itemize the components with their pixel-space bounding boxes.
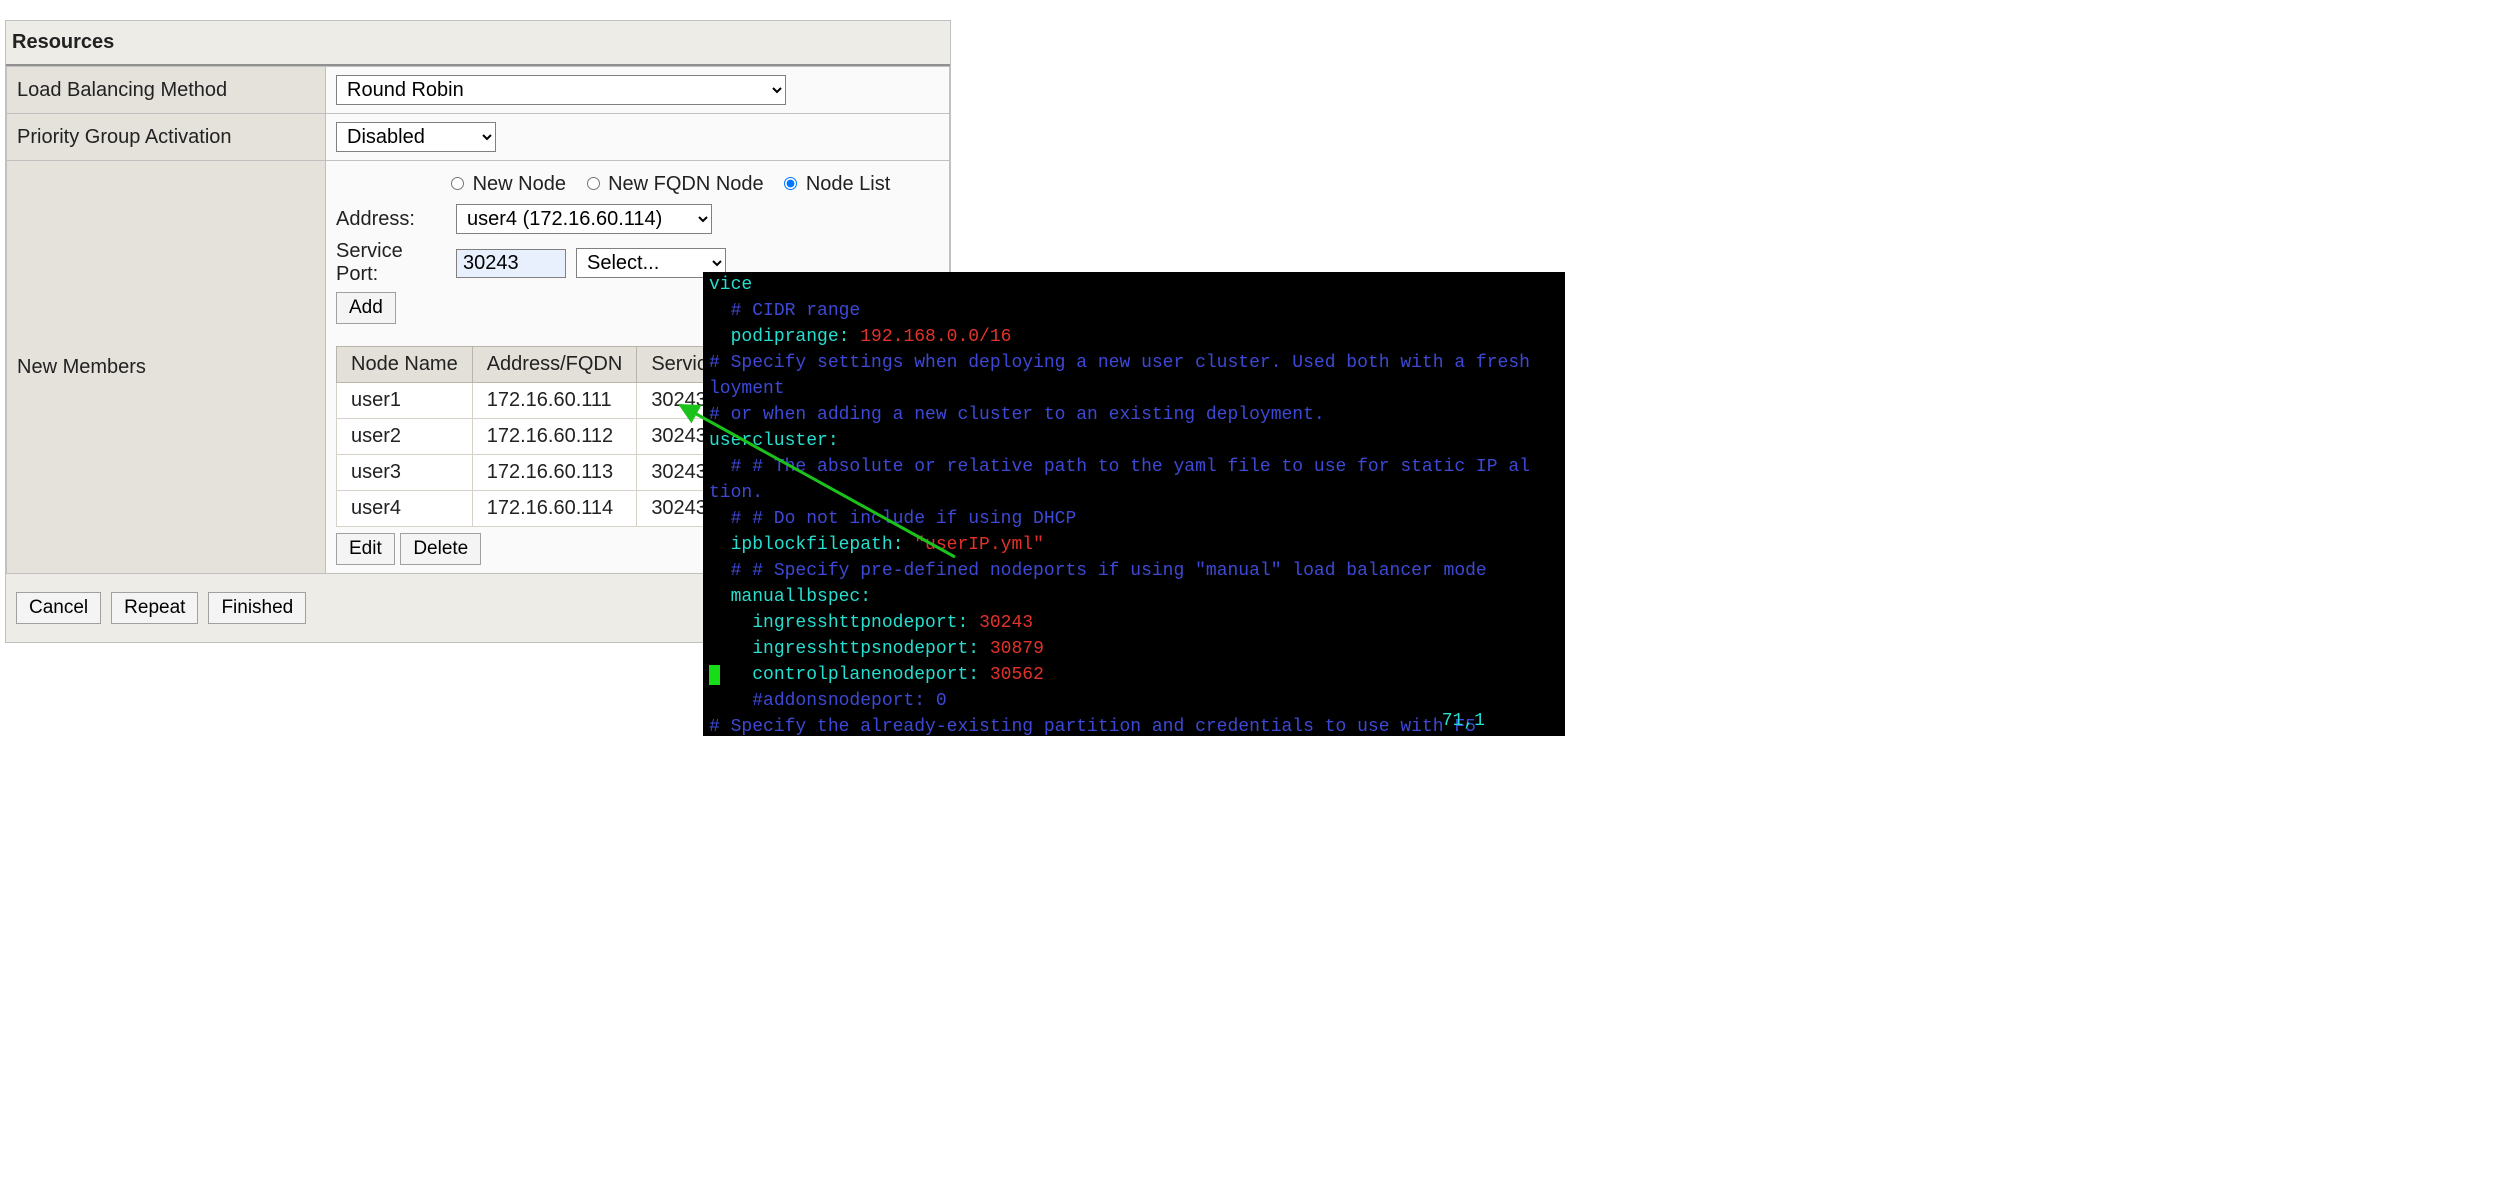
radio-new-node[interactable]: New Node bbox=[446, 173, 572, 195]
radio-new-node-text: New Node bbox=[473, 173, 566, 195]
new-members-label: New Members bbox=[7, 161, 326, 574]
members-col-addr: Address/FQDN bbox=[472, 347, 637, 383]
radio-new-fqdn-text: New FQDN Node bbox=[608, 173, 764, 195]
terminal-cursor bbox=[709, 665, 720, 685]
radio-new-fqdn-input[interactable] bbox=[587, 177, 600, 190]
delete-member-button[interactable]: Delete bbox=[400, 533, 481, 565]
finished-button[interactable]: Finished bbox=[208, 592, 306, 624]
radio-node-list-input[interactable] bbox=[784, 177, 797, 190]
radio-node-list[interactable]: Node List bbox=[779, 173, 890, 195]
repeat-button[interactable]: Repeat bbox=[111, 592, 198, 624]
pg-activation-select[interactable]: Disabled bbox=[336, 122, 496, 152]
panel-title: Resources bbox=[6, 21, 950, 66]
lb-method-select[interactable]: Round Robin bbox=[336, 75, 786, 105]
radio-new-node-input[interactable] bbox=[451, 177, 464, 190]
lb-method-label: Load Balancing Method bbox=[7, 67, 326, 114]
terminal[interactable]: vice # CIDR range podiprange: 192.168.0.… bbox=[703, 272, 1565, 736]
radio-node-list-text: Node List bbox=[806, 173, 891, 195]
service-port-input[interactable] bbox=[456, 249, 566, 278]
radio-new-fqdn[interactable]: New FQDN Node bbox=[582, 173, 770, 195]
cancel-button[interactable]: Cancel bbox=[16, 592, 101, 624]
address-select[interactable]: user4 (172.16.60.114) bbox=[456, 204, 712, 234]
address-field-label: Address: bbox=[336, 208, 446, 231]
edit-member-button[interactable]: Edit bbox=[336, 533, 395, 565]
pg-activation-label: Priority Group Activation bbox=[7, 114, 326, 161]
add-member-button[interactable]: Add bbox=[336, 292, 396, 324]
service-port-field-label: Service Port: bbox=[336, 240, 446, 286]
node-mode-radios: New Node New FQDN Node Node List bbox=[336, 169, 939, 204]
terminal-status: 71,1 bbox=[1442, 708, 1485, 734]
members-col-node: Node Name bbox=[337, 347, 473, 383]
